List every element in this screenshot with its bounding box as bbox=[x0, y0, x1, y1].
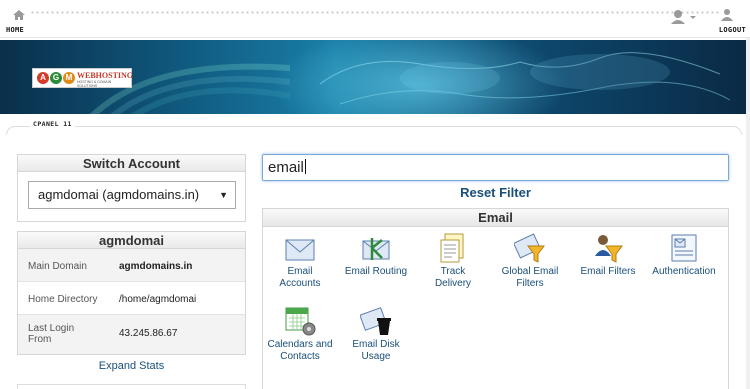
stats-row-last-login: Last Login From 43.245.86.67 bbox=[18, 315, 245, 354]
stat-label: Main Domain bbox=[28, 261, 87, 272]
stat-value: agmdomains.in bbox=[119, 261, 193, 272]
logo-letter: M bbox=[63, 72, 75, 84]
stat-label: Home Directory bbox=[28, 294, 98, 305]
top-bar: HOME LOGOUT bbox=[0, 0, 750, 38]
calendar-icon bbox=[285, 307, 316, 336]
company-logo: A G M WEBHOSTING HOSTING & DOMAIN SOLUTI… bbox=[32, 68, 134, 88]
tool-track-delivery[interactable]: Track Delivery bbox=[413, 232, 493, 290]
logo-text: WEBHOSTING bbox=[77, 71, 134, 80]
logout-icon bbox=[721, 9, 733, 21]
switch-account-panel: Switch Account agmdomai (agmdomains.in) … bbox=[17, 154, 246, 222]
world-map-graphic bbox=[319, 52, 731, 105]
dropdown-caret-icon: ▼ bbox=[219, 190, 228, 200]
reset-filter-link[interactable]: Reset Filter bbox=[262, 185, 729, 200]
cpanel-strip: CPANEL 11 bbox=[0, 116, 746, 136]
account-select[interactable]: agmdomai (agmdomains.in) ▼ bbox=[28, 181, 236, 209]
home-icon bbox=[13, 10, 25, 20]
stat-value: /home/agmdomai bbox=[119, 294, 197, 305]
user-menu[interactable] bbox=[670, 9, 700, 25]
page-scrollbar[interactable] bbox=[746, 38, 750, 389]
track-delivery-icon bbox=[440, 233, 464, 263]
stats-row-home-directory: Home Directory /home/agmdomai bbox=[18, 282, 245, 315]
stats-panel: agmdomai Main Domain agmdomains.in Home … bbox=[17, 231, 246, 355]
next-panel-edge bbox=[17, 384, 246, 389]
account-select-value: agmdomai (agmdomains.in) bbox=[38, 187, 200, 202]
tool-email-disk-usage[interactable]: Email Disk Usage bbox=[336, 305, 416, 363]
email-section-title: Email bbox=[263, 209, 728, 227]
stats-row-main-domain: Main Domain agmdomains.in bbox=[18, 249, 245, 282]
tool-email-filters[interactable]: Email Filters bbox=[568, 232, 648, 278]
logout-link[interactable]: LOGOUT bbox=[710, 8, 746, 36]
home-label: HOME bbox=[6, 26, 25, 34]
routing-icon bbox=[362, 238, 390, 260]
stats-title: agmdomai bbox=[18, 232, 245, 249]
expand-stats-link[interactable]: Expand Stats bbox=[17, 360, 246, 372]
cpanel-version-label: CPANEL 11 bbox=[30, 120, 75, 128]
global-filter-icon bbox=[514, 233, 545, 263]
tool-global-email-filters[interactable]: Global Email Filters bbox=[490, 232, 570, 290]
email-section: Email Email Accounts Email Routing Track… bbox=[262, 208, 729, 389]
tool-calendars-contacts[interactable]: Calendars and Contacts bbox=[260, 305, 340, 363]
search-input[interactable]: email bbox=[262, 154, 729, 181]
tool-authentication[interactable]: Authentication bbox=[644, 232, 724, 278]
tool-email-routing[interactable]: Email Routing bbox=[336, 234, 416, 278]
disk-usage-icon bbox=[360, 307, 391, 335]
stat-value: 43.245.86.67 bbox=[119, 328, 178, 339]
logo-letter: A bbox=[37, 72, 49, 84]
envelope-icon bbox=[285, 239, 315, 261]
search-input-value: email bbox=[268, 159, 304, 176]
user-icon bbox=[671, 10, 696, 24]
authentication-icon bbox=[671, 234, 697, 262]
logo-tagline: HOSTING & DOMAIN SOLUTIONS bbox=[77, 80, 112, 88]
home-link[interactable]: HOME bbox=[6, 8, 32, 34]
logout-label: LOGOUT bbox=[718, 26, 746, 34]
decorative-dots bbox=[30, 10, 720, 16]
logo-letter: G bbox=[50, 72, 62, 84]
email-filter-icon bbox=[595, 235, 623, 263]
switch-account-title: Switch Account bbox=[18, 155, 245, 172]
stat-label: Last Login From bbox=[28, 323, 75, 345]
tool-email-accounts[interactable]: Email Accounts bbox=[260, 234, 340, 290]
